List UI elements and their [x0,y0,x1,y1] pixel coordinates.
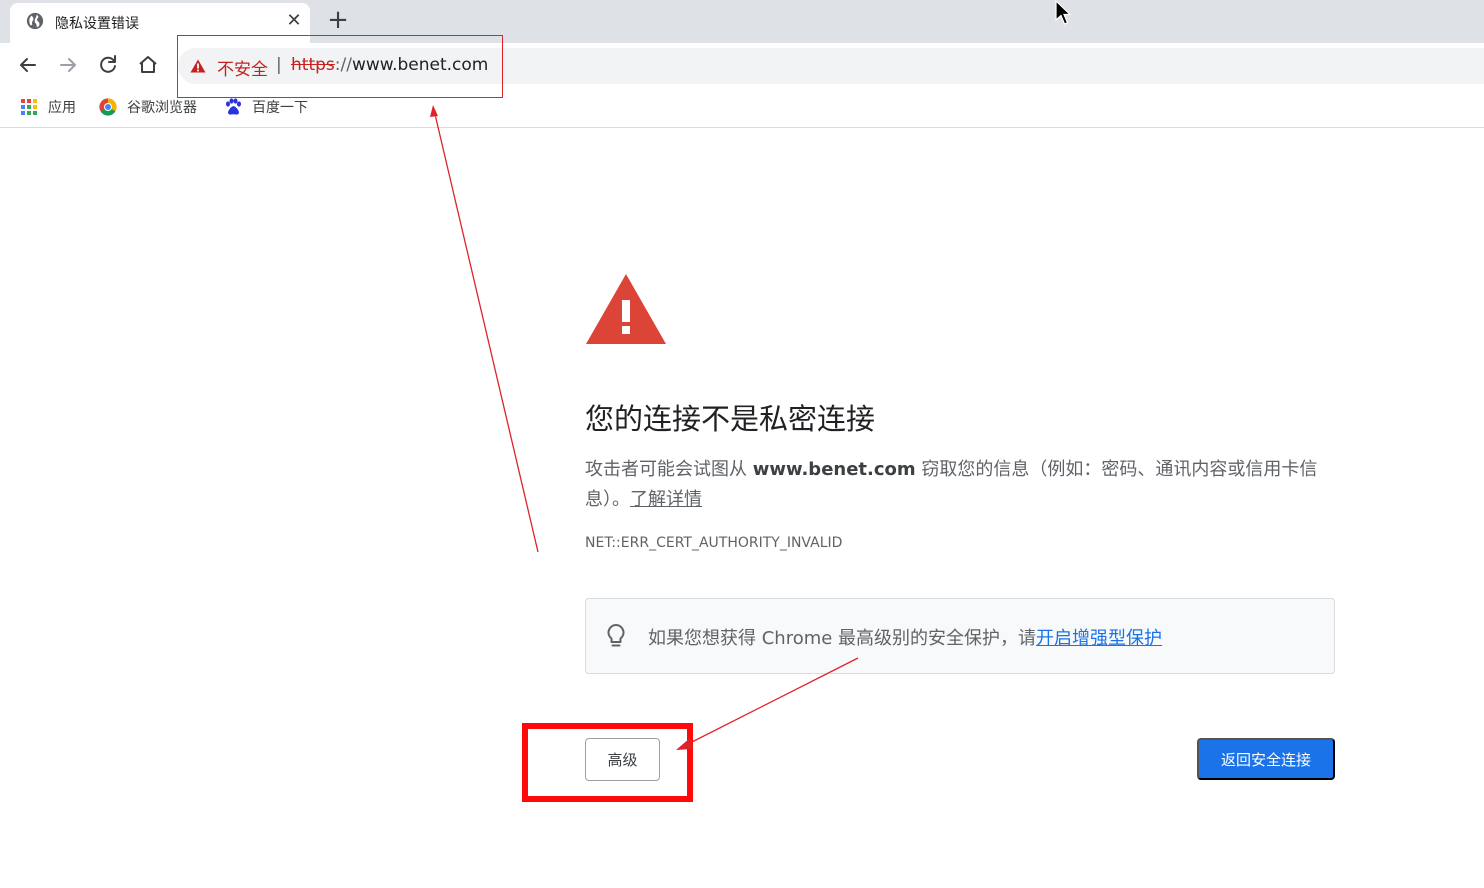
chrome-icon [99,98,117,116]
home-icon[interactable] [134,51,162,79]
bookmark-chrome[interactable]: 谷歌浏览器 [99,96,197,118]
bookmark-label: 应用 [48,100,76,116]
learn-more-link[interactable]: 了解详情 [630,489,702,510]
reload-icon[interactable] [94,51,122,79]
bookmark-baidu[interactable]: 百度一下 [224,96,308,118]
page-title: 您的连接不是私密连接 [585,402,876,436]
back-to-safety-button[interactable]: 返回安全连接 [1197,738,1335,780]
explanation-prefix: 攻击者可能会试图从 [585,459,753,480]
enable-enhanced-protection-link[interactable]: 开启增强型保护 [1036,628,1162,649]
tab-title: 隐私设置错误 [55,16,139,32]
warning-triangle-icon [586,274,666,344]
globe-icon [26,12,44,30]
banner-message: 如果您想获得 Chrome 最高级别的安全保护，请 [648,628,1037,649]
forward-arrow-icon[interactable] [54,51,82,79]
enhanced-protection-banner: 如果您想获得 Chrome 最高级别的安全保护，请开启增强型保护 [585,598,1335,674]
apps-grid-icon [21,99,37,115]
bookmark-label: 百度一下 [252,100,308,116]
new-tab-button[interactable]: + [324,6,352,34]
close-icon[interactable]: ✕ [282,9,306,33]
bookmark-apps[interactable]: 应用 [20,96,76,118]
mouse-cursor-icon [1055,0,1072,25]
explanation-text: 攻击者可能会试图从 www.benet.com 窃取您的信息（例如：密码、通讯内… [585,455,1345,515]
bookmark-label: 谷歌浏览器 [127,100,197,116]
annotation-advanced-box [522,723,693,802]
explanation-host: www.benet.com [752,459,916,480]
banner-text: 如果您想获得 Chrome 最高级别的安全保护，请开启增强型保护 [648,624,1162,650]
baidu-paw-icon [226,98,241,115]
back-arrow-icon[interactable] [14,51,42,79]
error-code: NET::ERR_CERT_AUTHORITY_INVALID [585,535,843,551]
annotation-arrow-to-url [433,109,539,553]
lightbulb-icon [607,624,625,647]
annotation-url-box [177,35,503,98]
